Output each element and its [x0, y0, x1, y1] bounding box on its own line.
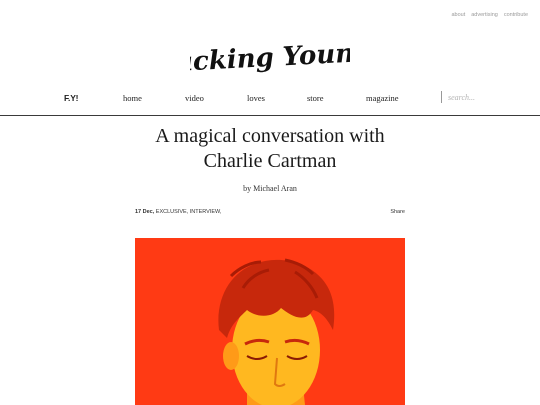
advertising-link[interactable]: advertising [471, 12, 498, 18]
share-button[interactable]: Share [390, 209, 405, 215]
top-utility-links: about advertising contribute [451, 12, 528, 18]
article-title-line-1: A magical conversation with [155, 125, 385, 147]
logo-wordmark: Fucking Young! [190, 37, 350, 79]
nav-item-store[interactable]: store [307, 93, 324, 103]
logo-text: Fucking Young! [190, 37, 350, 79]
site-logo[interactable]: Fucking Young! [0, 36, 540, 85]
article-hero-image [135, 238, 405, 405]
article-meta: 17 Dec, EXCLUSIVE, INTERVIEW, Share [135, 209, 405, 219]
contribute-link[interactable]: contribute [504, 12, 528, 18]
nav-divider [441, 91, 442, 103]
nav-item-loves[interactable]: loves [247, 93, 265, 103]
portrait-illustration [135, 238, 405, 405]
article-byline: by Michael Aran [243, 184, 297, 193]
article-title-line-2: Charlie Cartman [203, 150, 337, 172]
nav-brand-home[interactable]: F.Y! [64, 93, 79, 103]
main-navigation: F.Y! home video loves store magazine [0, 86, 540, 116]
search-input[interactable] [448, 90, 518, 104]
article-title: A magical conversation with Charlie Cart… [0, 124, 540, 174]
article-date: 17 Dec, [135, 209, 155, 215]
nav-item-magazine[interactable]: magazine [366, 93, 399, 103]
nav-item-home[interactable]: home [123, 93, 142, 103]
nav-item-video[interactable]: video [185, 93, 204, 103]
about-link[interactable]: about [451, 12, 465, 18]
article-categories[interactable]: EXCLUSIVE, INTERVIEW, [156, 209, 222, 215]
